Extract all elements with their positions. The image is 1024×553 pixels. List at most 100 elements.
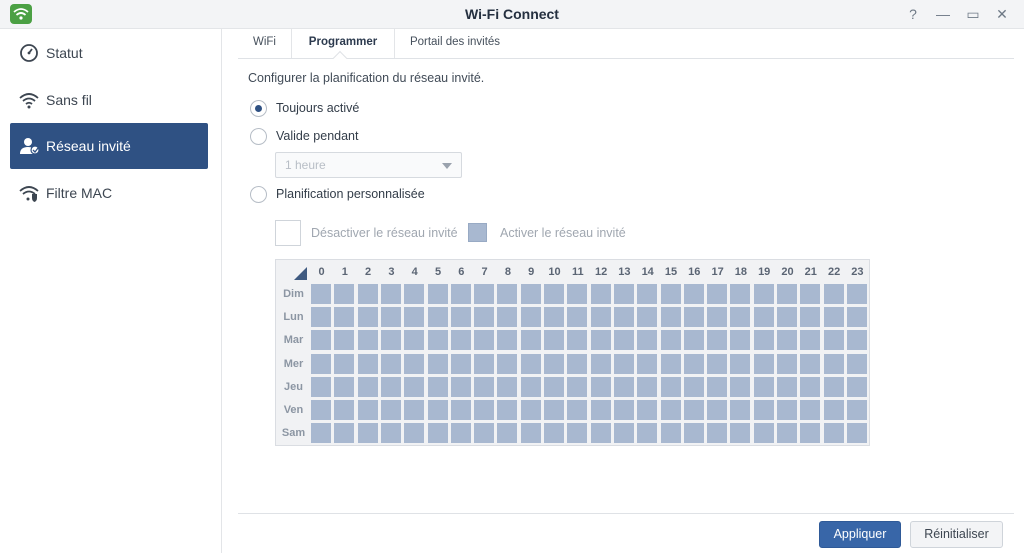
- hour-header[interactable]: 8: [496, 266, 519, 278]
- hour-header[interactable]: 10: [543, 266, 566, 278]
- schedule-cell[interactable]: [753, 307, 774, 328]
- schedule-cell[interactable]: [613, 284, 634, 304]
- schedule-cell[interactable]: [357, 400, 378, 420]
- schedule-cell[interactable]: [800, 307, 821, 328]
- schedule-cell[interactable]: [777, 330, 797, 351]
- schedule-cell[interactable]: [590, 376, 611, 397]
- schedule-cell[interactable]: [613, 330, 634, 351]
- schedule-cell[interactable]: [637, 376, 658, 397]
- schedule-cell[interactable]: [753, 284, 774, 304]
- schedule-cell[interactable]: [730, 400, 751, 420]
- day-header[interactable]: Jeu: [276, 381, 311, 393]
- schedule-cell[interactable]: [427, 423, 448, 444]
- schedule-cell[interactable]: [823, 353, 844, 374]
- schedule-cell[interactable]: [707, 423, 728, 444]
- schedule-cell[interactable]: [450, 423, 471, 444]
- hour-header[interactable]: 12: [590, 266, 613, 278]
- schedule-cell[interactable]: [846, 400, 867, 420]
- schedule-cell[interactable]: [753, 400, 774, 420]
- schedule-cell[interactable]: [497, 353, 518, 374]
- schedule-cell[interactable]: [311, 423, 331, 444]
- hour-header[interactable]: 18: [729, 266, 752, 278]
- schedule-cell[interactable]: [707, 284, 728, 304]
- schedule-cell[interactable]: [544, 307, 564, 328]
- schedule-cell[interactable]: [404, 330, 425, 351]
- schedule-cell[interactable]: [567, 330, 588, 351]
- schedule-cell[interactable]: [707, 353, 728, 374]
- schedule-cell[interactable]: [404, 376, 425, 397]
- schedule-cell[interactable]: [357, 376, 378, 397]
- schedule-cell[interactable]: [823, 423, 844, 444]
- schedule-cell[interactable]: [683, 284, 704, 304]
- schedule-cell[interactable]: [800, 284, 821, 304]
- schedule-cell[interactable]: [800, 376, 821, 397]
- always-on-label[interactable]: Toujours activé: [276, 101, 359, 115]
- schedule-cell[interactable]: [404, 400, 425, 420]
- schedule-cell[interactable]: [380, 423, 401, 444]
- always-on-radio[interactable]: [250, 100, 267, 117]
- custom-schedule-label[interactable]: Planification personnalisée: [276, 187, 425, 201]
- schedule-cell[interactable]: [334, 284, 355, 304]
- schedule-cell[interactable]: [567, 423, 588, 444]
- schedule-cell[interactable]: [427, 307, 448, 328]
- schedule-cell[interactable]: [590, 330, 611, 351]
- schedule-cell[interactable]: [800, 330, 821, 351]
- schedule-cell[interactable]: [544, 376, 564, 397]
- schedule-cell[interactable]: [450, 376, 471, 397]
- hour-header[interactable]: 6: [450, 266, 473, 278]
- schedule-cell[interactable]: [544, 400, 564, 420]
- schedule-cell[interactable]: [497, 284, 518, 304]
- schedule-cell[interactable]: [474, 423, 495, 444]
- schedule-cell[interactable]: [520, 330, 541, 351]
- schedule-cell[interactable]: [427, 353, 448, 374]
- schedule-cell[interactable]: [380, 284, 401, 304]
- schedule-cell[interactable]: [404, 353, 425, 374]
- schedule-cell[interactable]: [753, 353, 774, 374]
- schedule-cell[interactable]: [334, 307, 355, 328]
- tab-wifi[interactable]: WiFi: [238, 29, 292, 58]
- schedule-cell[interactable]: [567, 400, 588, 420]
- hour-header[interactable]: 3: [380, 266, 403, 278]
- schedule-cell[interactable]: [730, 376, 751, 397]
- schedule-cell[interactable]: [707, 376, 728, 397]
- schedule-cell[interactable]: [590, 400, 611, 420]
- schedule-cell[interactable]: [846, 423, 867, 444]
- apply-button[interactable]: Appliquer: [819, 521, 901, 548]
- schedule-cell[interactable]: [520, 376, 541, 397]
- schedule-cell[interactable]: [683, 400, 704, 420]
- schedule-cell[interactable]: [311, 353, 331, 374]
- hour-header[interactable]: 11: [566, 266, 589, 278]
- schedule-cell[interactable]: [567, 284, 588, 304]
- schedule-cell[interactable]: [311, 307, 331, 328]
- schedule-cell[interactable]: [520, 307, 541, 328]
- schedule-cell[interactable]: [404, 284, 425, 304]
- schedule-cell[interactable]: [567, 376, 588, 397]
- schedule-cell[interactable]: [777, 400, 797, 420]
- select-all-corner[interactable]: [294, 267, 307, 280]
- schedule-cell[interactable]: [544, 353, 564, 374]
- schedule-cell[interactable]: [427, 376, 448, 397]
- schedule-cell[interactable]: [590, 353, 611, 374]
- schedule-cell[interactable]: [683, 307, 704, 328]
- schedule-cell[interactable]: [357, 284, 378, 304]
- schedule-cell[interactable]: [613, 307, 634, 328]
- schedule-cell[interactable]: [613, 423, 634, 444]
- schedule-cell[interactable]: [777, 376, 797, 397]
- help-icon[interactable]: ?: [903, 4, 923, 24]
- schedule-cell[interactable]: [520, 400, 541, 420]
- schedule-cell[interactable]: [474, 376, 495, 397]
- schedule-cell[interactable]: [823, 376, 844, 397]
- hour-header[interactable]: 15: [660, 266, 683, 278]
- schedule-cell[interactable]: [450, 284, 471, 304]
- schedule-cell[interactable]: [637, 307, 658, 328]
- schedule-cell[interactable]: [613, 353, 634, 374]
- schedule-cell[interactable]: [567, 353, 588, 374]
- schedule-cell[interactable]: [823, 400, 844, 420]
- schedule-cell[interactable]: [474, 330, 495, 351]
- schedule-cell[interactable]: [777, 307, 797, 328]
- schedule-cell[interactable]: [800, 400, 821, 420]
- schedule-cell[interactable]: [823, 307, 844, 328]
- schedule-cell[interactable]: [777, 423, 797, 444]
- hour-header[interactable]: 21: [799, 266, 822, 278]
- schedule-cell[interactable]: [660, 423, 681, 444]
